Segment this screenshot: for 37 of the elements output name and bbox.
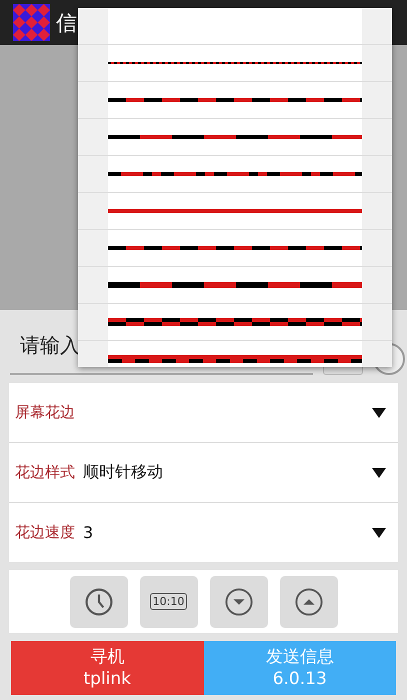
up-button[interactable]	[280, 576, 338, 628]
line-pattern-icon	[108, 244, 362, 252]
line-pattern-icon	[108, 133, 362, 141]
time-button[interactable]: 10:10	[140, 576, 198, 628]
pattern-option[interactable]	[78, 82, 392, 119]
diamond-logo-icon	[13, 4, 50, 41]
setting-dropdown[interactable]: 屏幕花边	[9, 383, 398, 443]
setting-value: 顺时针移动	[83, 462, 163, 483]
setting-value: 3	[83, 523, 94, 542]
clock-button[interactable]	[70, 576, 128, 628]
pattern-option[interactable]	[78, 156, 392, 193]
pattern-option[interactable]	[78, 230, 392, 267]
setting-label: 屏幕花边	[15, 403, 75, 422]
line-pattern-icon	[108, 170, 362, 178]
setting-dropdown[interactable]: 花边样式 顺时针移动	[9, 443, 398, 503]
action-button[interactable]: 寻机 tplink	[11, 641, 204, 695]
pattern-option[interactable]	[78, 267, 392, 304]
line-pattern-icon	[108, 281, 362, 289]
setting-label: 花边样式	[15, 463, 75, 482]
app-title: 信	[56, 10, 77, 36]
caret-icon	[372, 528, 386, 538]
caret-icon	[372, 468, 386, 478]
line-pattern-icon	[108, 355, 362, 363]
setting-label: 花边速度	[15, 523, 75, 542]
down-circle-icon	[224, 588, 252, 616]
line-pattern-icon	[108, 207, 362, 215]
pattern-option[interactable]	[78, 304, 392, 341]
line-pattern-icon	[108, 96, 362, 104]
pattern-option[interactable]	[78, 119, 392, 156]
pattern-option[interactable]	[78, 45, 392, 82]
up-circle-icon	[294, 588, 322, 616]
line-pattern-icon	[108, 318, 362, 326]
down-button[interactable]	[210, 576, 268, 628]
line-pattern-icon	[108, 59, 362, 67]
setting-dropdown[interactable]: 花边速度 3	[9, 503, 398, 562]
caret-icon	[372, 408, 386, 418]
clock-icon	[84, 588, 112, 616]
